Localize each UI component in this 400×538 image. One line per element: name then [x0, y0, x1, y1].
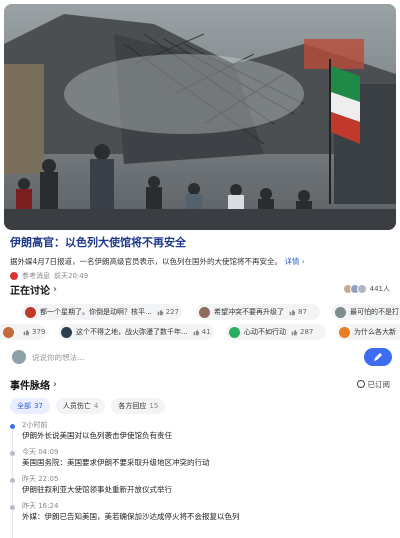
source-name: 参考消息: [22, 272, 50, 280]
avatar: [61, 326, 72, 338]
tab-casualties[interactable]: 人员伤亡 4: [55, 398, 106, 414]
thumb-up-icon: [157, 309, 163, 315]
pencil-icon: [374, 353, 382, 361]
article-source: 参考消息 前天20:49: [10, 271, 390, 281]
timeline-line: [12, 428, 13, 538]
avatar: [339, 326, 350, 338]
avatar: [335, 306, 346, 318]
timeline-event[interactable]: 2小时前 伊朗外长说美国对以色列袭击伊使馆负有责任: [10, 420, 400, 447]
write-comment-button[interactable]: [364, 348, 392, 366]
comment-composer: 说说你的想法...: [8, 346, 392, 368]
comment-row: 379 这个不得之地，战火弥漫了数千年... 41 心动不如行动 287 为什么…: [0, 324, 400, 342]
avatar: [3, 326, 14, 338]
discussion-section: 正在讨论 › 441人 都一个星期了。你倒是动啊？核平... 227 希望冲突不…: [0, 282, 400, 342]
event-timeline: 事件脉络 › 已订阅 全部 37 人员伤亡 4 各方回应 15 2小时前 伊朗外长说美…: [0, 372, 400, 538]
timeline-dot: [10, 505, 15, 510]
timeline-event[interactable]: 昨天 16:24 外媒：伊朗已告知美国，美若确保加沙达成停火将不会报复以色列: [10, 501, 400, 528]
article-summary: 据外媒4月7日报道，一名伊朗高级官员表示，以色列在国外的大使馆将不再安全。 详情…: [10, 257, 305, 266]
timeline-title[interactable]: 事件脉络: [10, 377, 50, 392]
chevron-right-icon[interactable]: ›: [53, 284, 57, 295]
article-card[interactable]: 伊朗高官：以色列大使馆将不再安全 据外媒4月7日报道，一名伊朗高级官员表示，以色…: [0, 230, 400, 280]
timeline-dot: [10, 424, 15, 429]
event-time: 昨天 22:05: [22, 475, 59, 483]
like-count[interactable]: 41: [193, 328, 211, 336]
event-list: 2小时前 伊朗外长说美国对以色列袭击伊使馆负有责任 今天 04:09 美国国务院…: [0, 420, 400, 538]
timeline-tabs: 全部 37 人员伤亡 4 各方回应 15: [0, 390, 400, 414]
event-text: 伊朗外长说美国对以色列袭击伊使馆负有责任: [22, 431, 172, 440]
comment-row: 都一个星期了。你倒是动啊？核平... 227 希望冲突不要再升级了 87 最可怕…: [0, 304, 400, 322]
thumb-up-icon: [23, 329, 30, 335]
comment-bubble[interactable]: 都一个星期了。你倒是动啊？核平... 227: [22, 304, 182, 320]
event-text: 外媒：伊朗已告知美国，美若确保加沙达成停火将不会报复以色列: [22, 512, 240, 521]
avatar: [229, 326, 240, 338]
event-time: 2小时前: [22, 421, 48, 429]
news-photo[interactable]: [4, 4, 396, 230]
participant-count[interactable]: 441人: [342, 284, 390, 294]
thumb-up-icon: [291, 329, 298, 335]
discussion-title[interactable]: 正在讨论: [10, 282, 50, 297]
timeline-event[interactable]: 昨天 22:05 伊朗驻叙利亚大使馆领事处重新开放仪式举行: [10, 474, 400, 501]
avatar: [25, 306, 36, 318]
comment-input[interactable]: 说说你的想法...: [32, 352, 364, 363]
comment-bubble[interactable]: 379: [0, 324, 46, 340]
avatar: [199, 306, 210, 318]
event-text: 伊朗驻叙利亚大使馆领事处重新开放仪式举行: [22, 485, 172, 494]
event-time: 昨天 16:24: [22, 502, 59, 510]
thumb-up-icon: [289, 309, 296, 315]
user-avatar: [12, 350, 26, 364]
comment-bubble[interactable]: 希望冲突不要再升级了 87: [196, 304, 320, 320]
like-count[interactable]: 287: [291, 328, 313, 336]
timeline-dot: [10, 478, 15, 483]
check-circle-icon: [356, 380, 365, 388]
thumb-up-icon: [193, 329, 199, 335]
like-count[interactable]: 87: [289, 308, 307, 316]
detail-link[interactable]: 详情 ›: [284, 257, 304, 266]
avatar: [356, 284, 367, 294]
event-time: 今天 04:09: [22, 448, 59, 456]
source-logo-icon: [10, 272, 18, 280]
comment-bubble[interactable]: 这个不得之地，战火弥漫了数千年... 41: [58, 324, 214, 340]
article-headline[interactable]: 伊朗高官：以色列大使馆将不再安全: [10, 236, 390, 250]
tab-responses[interactable]: 各方回应 15: [111, 398, 166, 414]
comment-bubble[interactable]: 心动不如行动 287: [226, 324, 326, 340]
like-count[interactable]: 227: [157, 308, 179, 316]
chevron-right-icon[interactable]: ›: [53, 379, 57, 390]
source-time: 前天20:49: [54, 272, 89, 280]
tab-all[interactable]: 全部 37: [10, 398, 50, 414]
event-text: 美国国务院：美国要求伊朗不要采取升级地区冲突的行动: [22, 458, 210, 467]
like-count[interactable]: 379: [23, 328, 45, 336]
timeline-event[interactable]: 今天 04:09 美国国务院：美国要求伊朗不要采取升级地区冲突的行动: [10, 447, 400, 474]
comment-bubble[interactable]: 为什么各大新: [336, 324, 400, 340]
subscribe-button[interactable]: 已订阅: [356, 379, 390, 390]
timeline-dot: [10, 451, 15, 456]
comment-bubble[interactable]: 最可怕的不是打: [332, 304, 400, 320]
